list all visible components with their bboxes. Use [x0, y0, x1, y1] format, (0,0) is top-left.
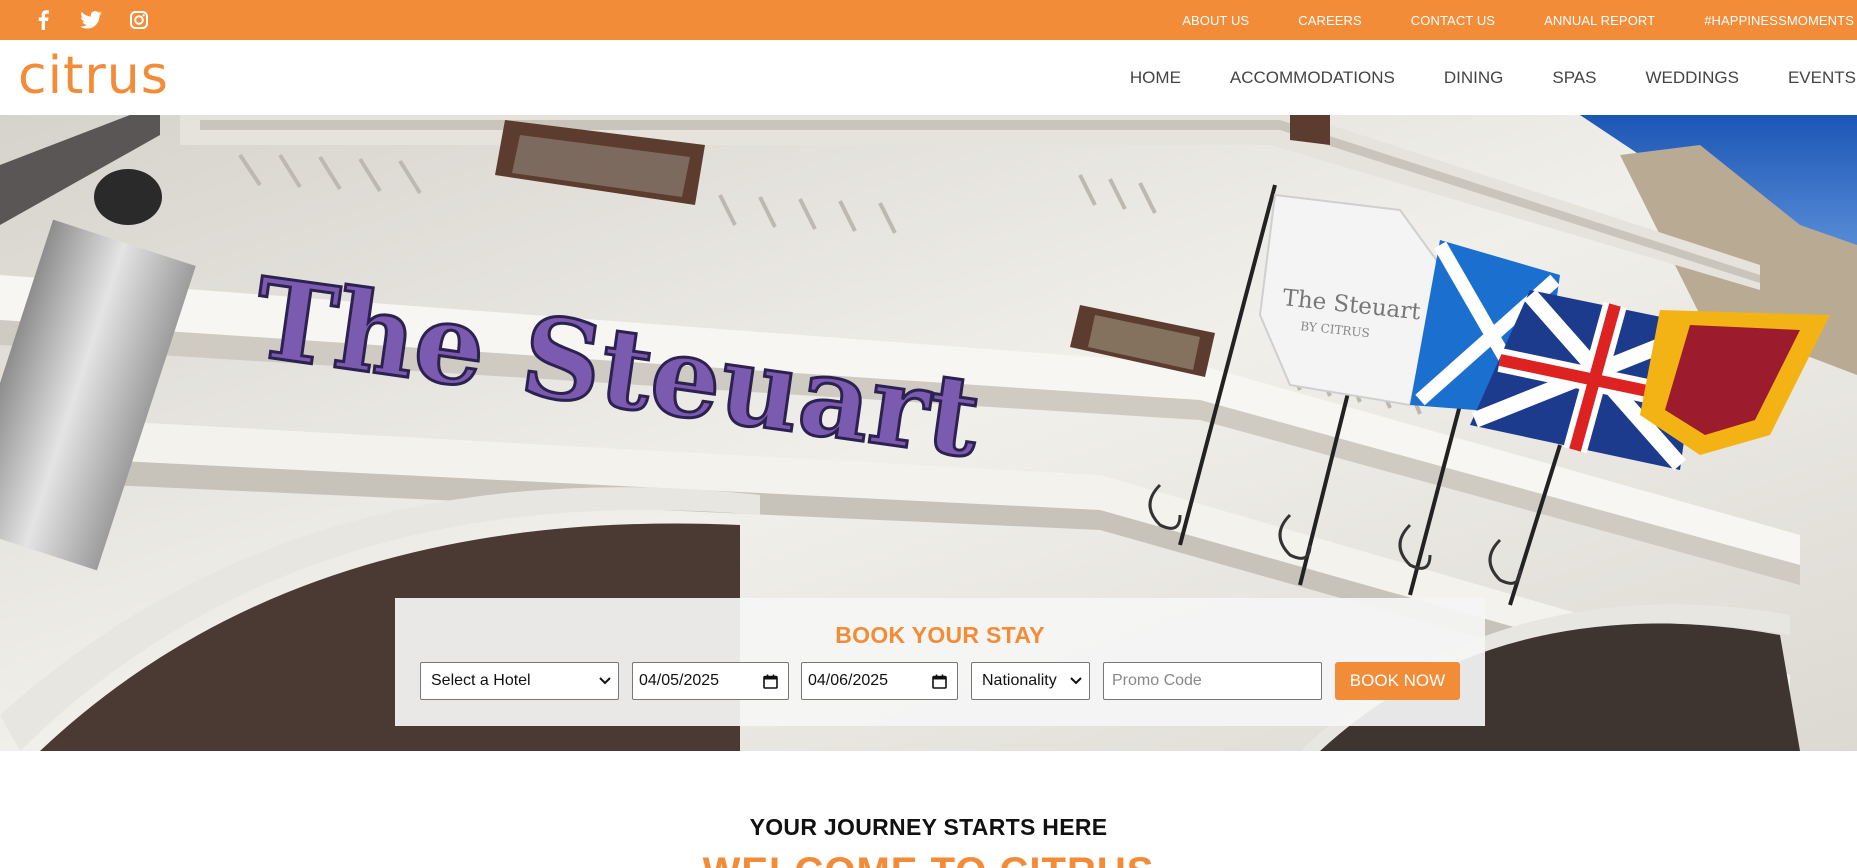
- check-in-value: 04/05/2025: [639, 672, 720, 689]
- booking-title: BOOK YOUR STAY: [835, 622, 1045, 648]
- happiness-moments-link[interactable]: #HAPPINESSMOMENTS: [1704, 13, 1854, 28]
- main-nav: HOME ACCOMMODATIONS DINING SPAS WEDDINGS…: [1130, 40, 1857, 115]
- annual-report-link[interactable]: ANNUAL REPORT: [1544, 13, 1655, 28]
- hotel-select-value: Select a Hotel: [431, 672, 531, 689]
- nav-home[interactable]: HOME: [1130, 68, 1181, 88]
- book-now-button[interactable]: BOOK NOW: [1335, 662, 1460, 700]
- facebook-icon[interactable]: [30, 9, 56, 31]
- instagram-icon[interactable]: [126, 9, 152, 31]
- chevron-down-icon: [1070, 677, 1082, 685]
- check-out-date-input[interactable]: 04/06/2025: [801, 662, 958, 700]
- about-us-link[interactable]: ABOUT US: [1182, 13, 1249, 28]
- citrus-logo[interactable]: citrus: [18, 50, 169, 102]
- booking-widget: BOOK YOUR STAY Select a Hotel 04/05/2025…: [395, 598, 1485, 726]
- promo-code-placeholder: Promo Code: [1112, 672, 1202, 689]
- careers-link[interactable]: CAREERS: [1298, 13, 1362, 28]
- social-links: [30, 9, 152, 31]
- utility-nav: ABOUT US CAREERS CONTACT US ANNUAL REPOR…: [1133, 0, 1854, 40]
- chevron-down-icon: [599, 677, 611, 685]
- promo-code-input[interactable]: Promo Code: [1103, 662, 1322, 700]
- site-header: citrus HOME ACCOMMODATIONS DINING SPAS W…: [0, 40, 1857, 115]
- hotel-select[interactable]: Select a Hotel: [420, 662, 619, 700]
- twitter-icon[interactable]: [78, 9, 104, 31]
- nationality-select-value: Nationality: [982, 672, 1057, 689]
- calendar-icon[interactable]: [763, 674, 778, 689]
- welcome-title: WELCOME TO CITRUS: [0, 850, 1857, 868]
- top-bar: ABOUT US CAREERS CONTACT US ANNUAL REPOR…: [0, 0, 1857, 40]
- calendar-icon[interactable]: [932, 674, 947, 689]
- nav-dining[interactable]: DINING: [1444, 68, 1504, 88]
- nationality-select[interactable]: Nationality: [971, 662, 1090, 700]
- nav-spas[interactable]: SPAS: [1552, 68, 1596, 88]
- journey-subtitle: YOUR JOURNEY STARTS HERE: [749, 814, 1108, 840]
- contact-us-link[interactable]: CONTACT US: [1411, 13, 1495, 28]
- check-in-date-input[interactable]: 04/05/2025: [632, 662, 789, 700]
- nav-accommodations[interactable]: ACCOMMODATIONS: [1230, 68, 1395, 88]
- nav-events[interactable]: EVENTS: [1788, 68, 1856, 88]
- check-out-value: 04/06/2025: [808, 672, 889, 689]
- nav-weddings[interactable]: WEDDINGS: [1645, 68, 1739, 88]
